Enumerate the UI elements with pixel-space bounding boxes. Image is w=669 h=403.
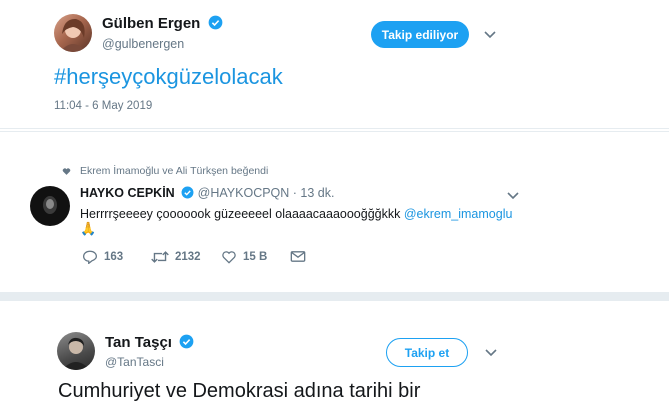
like-count: 15 B xyxy=(243,251,268,263)
heart-icon xyxy=(222,251,236,264)
reply-author-name[interactable]: HAYKO CEPKİN xyxy=(80,186,175,200)
author-name[interactable]: Gülben Ergen xyxy=(102,15,200,32)
verified-badge-icon xyxy=(208,15,222,30)
divider xyxy=(0,131,669,132)
tweet-hashtag-text[interactable]: #herşeyçokgüzelolacak xyxy=(54,64,283,90)
chevron-down-icon[interactable] xyxy=(483,30,497,39)
following-button[interactable]: Takip ediliyor xyxy=(371,21,469,48)
heart-icon xyxy=(62,168,71,175)
chevron-down-icon[interactable] xyxy=(506,191,520,200)
divider xyxy=(0,128,669,129)
verified-badge-icon xyxy=(181,186,194,199)
liked-by-text[interactable]: Ekrem İmamoğlu ve Ali Türkşen beğendi xyxy=(80,165,268,177)
avatar-gulben-ergen[interactable] xyxy=(54,14,92,52)
reply-author-handle[interactable]: @HAYKOCPQN xyxy=(198,186,290,200)
direct-message-action[interactable] xyxy=(290,250,312,263)
section-divider xyxy=(0,292,669,301)
reply-time[interactable]: · 13 dk. xyxy=(293,186,335,200)
follow-button[interactable]: Takip et xyxy=(386,338,468,367)
retweet-count: 2132 xyxy=(175,251,201,263)
author-name[interactable]: Tan Taşçı xyxy=(105,334,172,351)
reply-text-row: Herrrrşeeeey çooooook güzeeeeel olaaaaca… xyxy=(80,207,512,221)
avatar-image xyxy=(60,18,86,52)
avatar-hayko-cepkin[interactable] xyxy=(30,186,70,226)
author-handle[interactable]: @gulbenergen xyxy=(102,37,184,51)
avatar-image xyxy=(43,196,57,214)
like-action[interactable]: 15 B xyxy=(221,250,267,264)
reply-count: 163 xyxy=(104,251,124,263)
verified-badge-icon xyxy=(179,334,194,349)
retweet-icon xyxy=(151,251,169,263)
reply-text: Herrrrşeeeey çooooook güzeeeeel olaaaaca… xyxy=(80,207,401,221)
author-row: Gülben Ergen xyxy=(102,15,223,32)
author-handle[interactable]: @TanTasci xyxy=(105,355,164,369)
author-row-2: Tan Taşçı xyxy=(105,334,194,351)
reply-emoji: 🙏 xyxy=(80,221,97,236)
envelope-icon xyxy=(290,251,306,262)
reply-author-row: HAYKO CEPKİN @HAYKOCPQN · 13 dk. xyxy=(80,186,334,200)
reply-icon xyxy=(82,250,98,264)
retweet-action[interactable]: 2132 xyxy=(151,250,201,264)
reply-mention[interactable]: @ekrem_imamoglu xyxy=(404,207,513,221)
tweet-timestamp[interactable]: 11:04 - 6 May 2019 xyxy=(54,100,152,112)
avatar-tan-tasci[interactable] xyxy=(57,332,95,370)
reply-action[interactable]: 163 xyxy=(82,250,123,264)
avatar-image xyxy=(62,337,90,370)
chevron-down-icon[interactable] xyxy=(484,348,498,357)
